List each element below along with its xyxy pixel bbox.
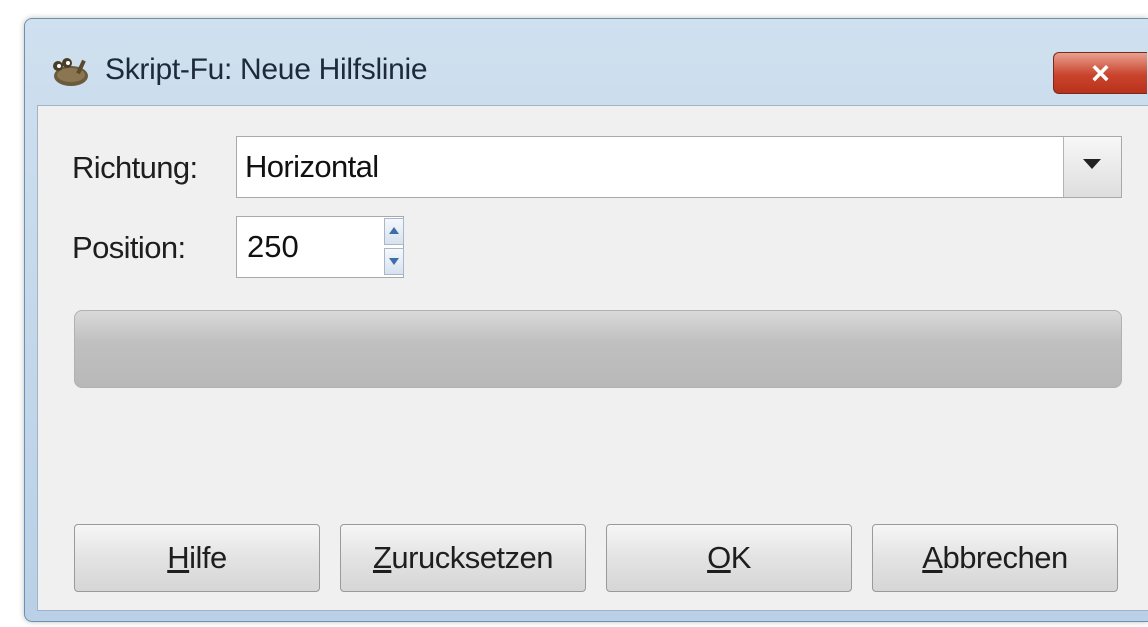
spin-down-icon (389, 258, 399, 265)
close-icon: × (1091, 55, 1110, 91)
ok-button[interactable]: OK (606, 524, 852, 592)
direction-combobox[interactable]: Horizontal (236, 136, 1122, 198)
ok-label: K (730, 540, 752, 575)
help-button[interactable]: Hilfe (74, 524, 320, 592)
position-stepper[interactable] (384, 218, 404, 276)
ok-mnemonic: O (707, 540, 731, 575)
position-spinbox[interactable]: 250 (236, 216, 404, 278)
reset-label: urucksetzen (391, 540, 554, 575)
cancel-button[interactable]: Abbrechen (872, 524, 1118, 592)
direction-label: Richtung: (72, 150, 198, 185)
dialog-window: Skript-Fu: Neue Hilfslinie × Richtung: H… (24, 18, 1148, 622)
cancel-label: bbrechen (942, 540, 1068, 575)
chevron-down-icon (1083, 159, 1101, 169)
position-label: Position: (72, 230, 186, 265)
position-value: 250 (247, 229, 299, 264)
direction-value: Horizontal (245, 149, 379, 184)
direction-dropdown-button[interactable] (1063, 137, 1121, 197)
progress-bar (74, 310, 1122, 388)
cancel-mnemonic: A (922, 540, 943, 575)
close-button[interactable]: × (1053, 52, 1147, 94)
spin-down-button[interactable] (384, 248, 404, 275)
title-bar[interactable]: Skript-Fu: Neue Hilfslinie × (25, 19, 1148, 103)
dialog-content: Richtung: Horizontal Position: 250 Hilfe… (37, 105, 1148, 611)
reset-button[interactable]: Zurucksetzen (340, 524, 586, 592)
window-title: Skript-Fu: Neue Hilfslinie (105, 53, 428, 86)
reset-mnemonic: Z (372, 540, 392, 575)
help-label: ilfe (189, 540, 227, 575)
spin-up-icon (389, 227, 399, 234)
spin-up-button[interactable] (384, 218, 404, 245)
gimp-wilber-icon (49, 56, 91, 88)
help-mnemonic: H (167, 540, 190, 575)
